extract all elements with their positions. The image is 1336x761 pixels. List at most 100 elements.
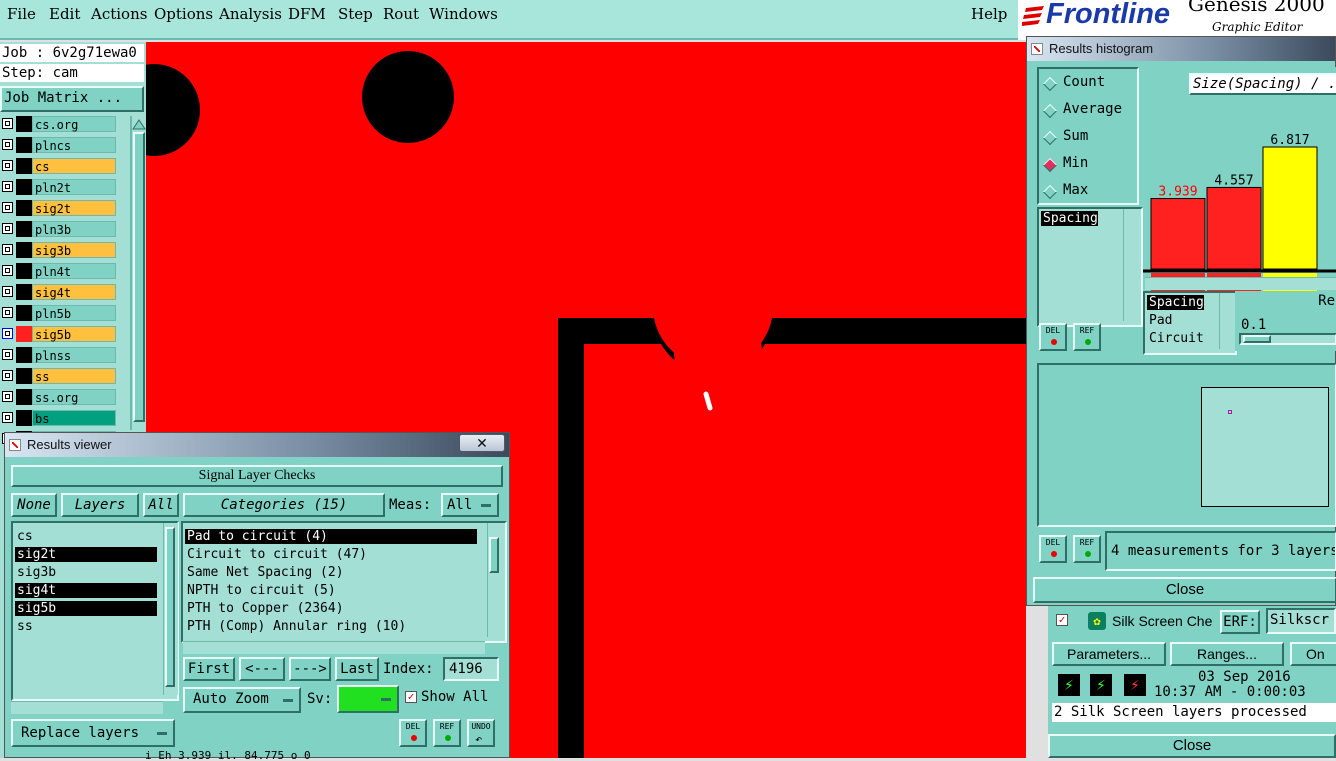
next-button[interactable]: ---> — [289, 657, 331, 681]
layer-color-swatch[interactable] — [16, 368, 32, 384]
category-item[interactable]: PTH (Comp) Annular ring (10) — [185, 619, 477, 634]
menu-rout[interactable]: Rout — [383, 5, 419, 23]
menu-step[interactable]: Step — [338, 5, 373, 23]
layer-list-scrollbar[interactable] — [130, 116, 146, 430]
parameters-button[interactable]: Parameters... — [1052, 642, 1166, 666]
ranges-button[interactable]: Ranges... — [1170, 642, 1284, 666]
layer-row[interactable]: pln2t — [0, 179, 116, 195]
spacing-list-item[interactable]: Spacing — [1041, 211, 1098, 226]
hist-del-button[interactable]: DEL — [1039, 323, 1067, 351]
first-button[interactable]: First — [183, 657, 235, 681]
histogram-chart[interactable]: 3.9393.9-44.5574.5-4.66.8176.8-6.9 — [1143, 97, 1336, 297]
layer-name[interactable]: pln5b — [32, 305, 116, 321]
layer-color-swatch[interactable] — [16, 158, 32, 174]
layer-row[interactable]: pln4t — [0, 263, 116, 279]
rv-layer-hscroll[interactable] — [11, 701, 163, 714]
rv-layer-item[interactable]: sig5b — [15, 601, 157, 616]
menu-file[interactable]: File — [7, 5, 36, 23]
scroll-up-icon[interactable] — [132, 118, 146, 130]
type-scrollbar[interactable] — [1219, 293, 1234, 349]
category-item[interactable]: Circuit to circuit (47) — [185, 547, 477, 562]
layer-row[interactable]: plnss — [0, 347, 116, 363]
layer-checkbox[interactable] — [2, 202, 13, 213]
menu-help[interactable]: Help — [971, 5, 1007, 23]
menu-dfm[interactable]: DFM — [288, 5, 326, 23]
rv-layer-item[interactable]: sig3b — [15, 565, 157, 580]
layer-name[interactable]: ss — [32, 368, 116, 384]
layer-name[interactable]: sig2t — [32, 200, 116, 216]
category-list[interactable]: Pad to circuit (4) Circuit to circuit (47… — [181, 521, 507, 643]
histogram-bar[interactable] — [1150, 198, 1206, 270]
layer-checkbox[interactable] — [2, 349, 13, 360]
category-item[interactable]: NPTH to circuit (5) — [185, 583, 477, 598]
prev-button[interactable]: <--- — [239, 657, 285, 681]
ref-button[interactable]: REF — [433, 719, 461, 747]
range-slider-thumb[interactable] — [1243, 335, 1271, 343]
layer-checkbox[interactable] — [2, 412, 13, 423]
mode-label[interactable]: Min — [1063, 155, 1088, 171]
layer-row[interactable]: sig5b — [0, 326, 116, 342]
mode-radio[interactable] — [1042, 184, 1058, 200]
layer-color-swatch[interactable] — [16, 200, 32, 216]
categories-button[interactable]: Categories (15) — [183, 493, 385, 517]
run-all-icon[interactable]: ⚡ — [1088, 672, 1114, 698]
mode-radio[interactable] — [1042, 103, 1058, 119]
mode-label[interactable]: Max — [1063, 182, 1088, 198]
category-item[interactable]: Pad to circuit (4) — [185, 529, 477, 544]
layer-row[interactable]: bs — [0, 410, 116, 426]
rv-layer-item[interactable]: ss — [15, 619, 157, 634]
layer-scroll-thumb[interactable] — [133, 132, 145, 422]
layer-name[interactable]: cs.org — [32, 116, 116, 132]
layer-name[interactable]: plncs — [32, 137, 116, 153]
layers-button[interactable]: Layers — [61, 493, 139, 517]
rv-layer-scroll-thumb[interactable] — [165, 527, 175, 687]
layer-color-swatch[interactable] — [16, 284, 32, 300]
histogram-titlebar[interactable]: Results histogram — [1027, 37, 1335, 61]
layer-checkbox[interactable] — [2, 391, 13, 402]
index-input[interactable]: 4196 — [443, 657, 499, 681]
menu-analysis[interactable]: Analysis — [219, 5, 282, 23]
show-all-checkbox[interactable]: ✓ — [405, 691, 417, 703]
layer-checkbox[interactable] — [2, 307, 13, 318]
layer-name[interactable]: ss.org — [32, 389, 116, 405]
layer-checkbox[interactable] — [2, 370, 13, 381]
rv-layer-item[interactable]: cs — [15, 529, 157, 544]
stop-icon[interactable]: ⚡ — [1122, 672, 1148, 698]
spacing-scrollbar[interactable] — [1123, 209, 1138, 321]
layer-checkbox[interactable] — [2, 244, 13, 255]
layer-color-swatch[interactable] — [16, 137, 32, 153]
layer-checkbox[interactable] — [2, 286, 13, 297]
run-icon[interactable]: ⚡ — [1056, 672, 1082, 698]
layer-row[interactable]: plncs — [0, 137, 116, 153]
rv-layer-scrollbar[interactable] — [163, 523, 178, 695]
layer-list[interactable]: cs.org plncs cs pln2t sig2t pln3b sig3b pln4t si… — [0, 116, 118, 447]
range-slider[interactable] — [1239, 333, 1336, 345]
auto-zoom-dropdown[interactable]: Auto Zoom — [183, 687, 301, 713]
rv-layer-item[interactable]: sig2t — [15, 547, 157, 562]
layer-checkbox[interactable] — [2, 265, 13, 276]
category-hscroll[interactable] — [183, 641, 485, 654]
chart-hscroll[interactable] — [1145, 277, 1336, 290]
histogram-bar[interactable] — [1206, 186, 1262, 270]
rv-layer-list[interactable]: cs sig2t sig3b sig4t sig5b ss — [11, 521, 179, 701]
hist-del2-button[interactable]: DEL — [1039, 535, 1067, 563]
mode-radio[interactable] — [1042, 130, 1058, 146]
mode-radio[interactable] — [1042, 76, 1058, 92]
layer-checkbox[interactable] — [2, 139, 13, 150]
histogram-close-button[interactable]: Close — [1033, 577, 1336, 603]
replace-layers-dropdown[interactable]: Replace layers — [11, 719, 175, 747]
undo-button[interactable]: UNDO ↶ — [467, 719, 495, 747]
results-viewer-titlebar[interactable]: Results viewer ✕ — [5, 433, 509, 457]
none-button[interactable]: None — [11, 493, 57, 517]
layer-checkbox[interactable] — [2, 118, 13, 129]
layer-name[interactable]: pln4t — [32, 263, 116, 279]
type-list-item[interactable]: Pad — [1147, 313, 1172, 328]
layer-name[interactable]: pln3b — [32, 221, 116, 237]
layer-checkbox[interactable] — [2, 223, 13, 234]
layer-name[interactable]: sig3b — [32, 242, 116, 258]
menu-edit[interactable]: Edit — [49, 5, 80, 23]
mode-label[interactable]: Count — [1063, 74, 1105, 90]
layer-color-swatch[interactable] — [16, 347, 32, 363]
layer-row[interactable]: ss.org — [0, 389, 116, 405]
layer-row[interactable]: cs — [0, 158, 116, 174]
